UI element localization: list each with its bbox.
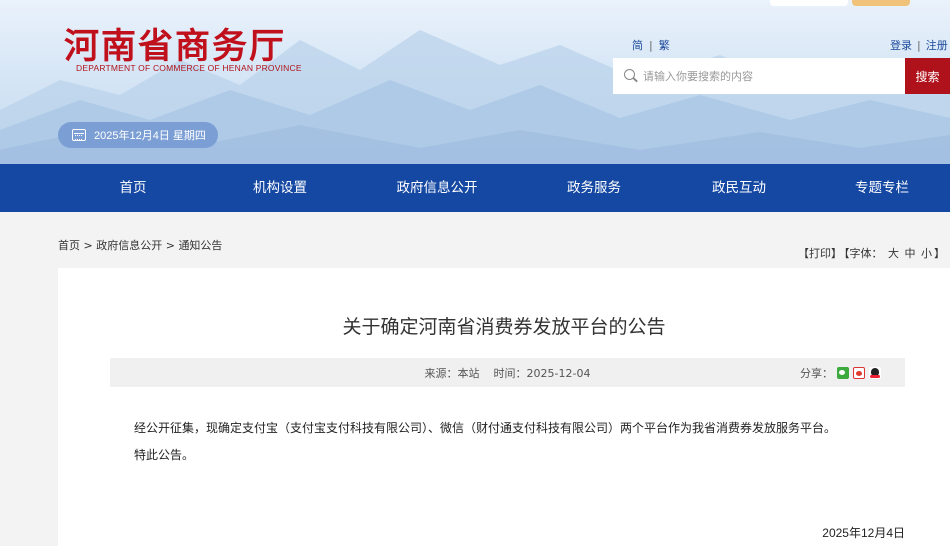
font-small-button[interactable]: 小 xyxy=(921,247,932,260)
article-time: 时间：2025-12-04 xyxy=(493,367,591,380)
article-paragraph: 特此公告。 xyxy=(134,448,195,462)
calendar-icon xyxy=(72,129,86,141)
qq-icon[interactable] xyxy=(869,367,881,379)
article-body: 经公开征集，现确定支付宝（支付宝支付科技有限公司）、微信（财付通支付科技有限公司… xyxy=(134,415,836,469)
breadcrumb-home[interactable]: 首页 xyxy=(58,239,80,252)
breadcrumb-separator: > xyxy=(165,239,175,252)
nav-item-gov-info[interactable]: 政府信息公开 xyxy=(397,164,478,212)
search-bar: 搜索 xyxy=(613,58,950,94)
account-links: 登录 | 注册 xyxy=(890,39,948,52)
article-tools: 【打印】 【字体： 大 中 小】 xyxy=(797,245,946,261)
print-button[interactable]: 【打印】 xyxy=(798,247,842,260)
nav-item-gov-services[interactable]: 政务服务 xyxy=(567,164,621,212)
font-large-button[interactable]: 大 xyxy=(888,247,899,260)
main-nav: 首页 机构设置 政府信息公开 政务服务 政民互动 专题专栏 xyxy=(0,164,950,212)
search-input[interactable] xyxy=(643,58,905,94)
share-bar: 分享： xyxy=(800,365,881,381)
share-label: 分享： xyxy=(800,367,833,380)
article-paragraph: 经公开征集，现确定支付宝（支付宝支付科技有限公司）、微信（财付通支付科技有限公司… xyxy=(134,421,837,435)
article-title: 关于确定河南省消费券发放平台的公告 xyxy=(342,316,666,338)
site-logo[interactable]: 河南省商务厅 xyxy=(64,18,286,69)
font-medium-button[interactable]: 中 xyxy=(905,247,916,260)
lang-traditional-link[interactable]: 繁 xyxy=(659,39,670,52)
breadcrumb-notices[interactable]: 通知公告 xyxy=(178,239,222,252)
nav-item-interaction[interactable]: 政民互动 xyxy=(712,164,766,212)
search-icon xyxy=(613,58,643,94)
font-size-label: 【字体： xyxy=(844,247,883,260)
article-panel: 关于确定河南省消费券发放平台的公告 来源：本站 时间：2025-12-04 分享… xyxy=(58,268,950,546)
article-meta-info: 来源：本站 时间：2025-12-04 xyxy=(110,365,905,381)
register-link[interactable]: 注册 xyxy=(926,39,948,52)
current-date-text: 2025年12月4日 星期四 xyxy=(94,130,206,142)
nav-item-topics[interactable]: 专题专栏 xyxy=(855,164,909,212)
font-size-close: 】 xyxy=(934,247,945,260)
article-sign-date: 2025年12月4日 xyxy=(822,526,905,540)
weibo-icon[interactable] xyxy=(853,367,865,379)
nav-item-organization[interactable]: 机构设置 xyxy=(253,164,307,212)
login-link[interactable]: 登录 xyxy=(890,39,912,52)
header-banner: 河南省商务厅 DEPARTMENT OF COMMERCE OF HENAN P… xyxy=(0,0,950,164)
breadcrumb-separator: > xyxy=(83,239,93,252)
site-logo-english: DEPARTMENT OF COMMERCE OF HENAN PROVINCE xyxy=(76,63,302,73)
nav-item-home[interactable]: 首页 xyxy=(120,164,147,212)
language-switch: 简 | 繁 xyxy=(632,39,670,52)
lang-simplified-link[interactable]: 简 xyxy=(632,39,643,52)
current-date-badge: 2025年12月4日 星期四 xyxy=(58,122,218,148)
article-source: 来源：本站 xyxy=(424,367,480,380)
article-meta-bar: 来源：本站 时间：2025-12-04 分享： xyxy=(110,358,905,387)
breadcrumb-gov-info[interactable]: 政府信息公开 xyxy=(96,239,162,252)
breadcrumb: 首页 > 政府信息公开 > 通知公告 xyxy=(58,237,222,253)
search-button[interactable]: 搜索 xyxy=(905,58,950,94)
wechat-icon[interactable] xyxy=(837,367,849,379)
top-corner-tabs xyxy=(760,0,910,8)
